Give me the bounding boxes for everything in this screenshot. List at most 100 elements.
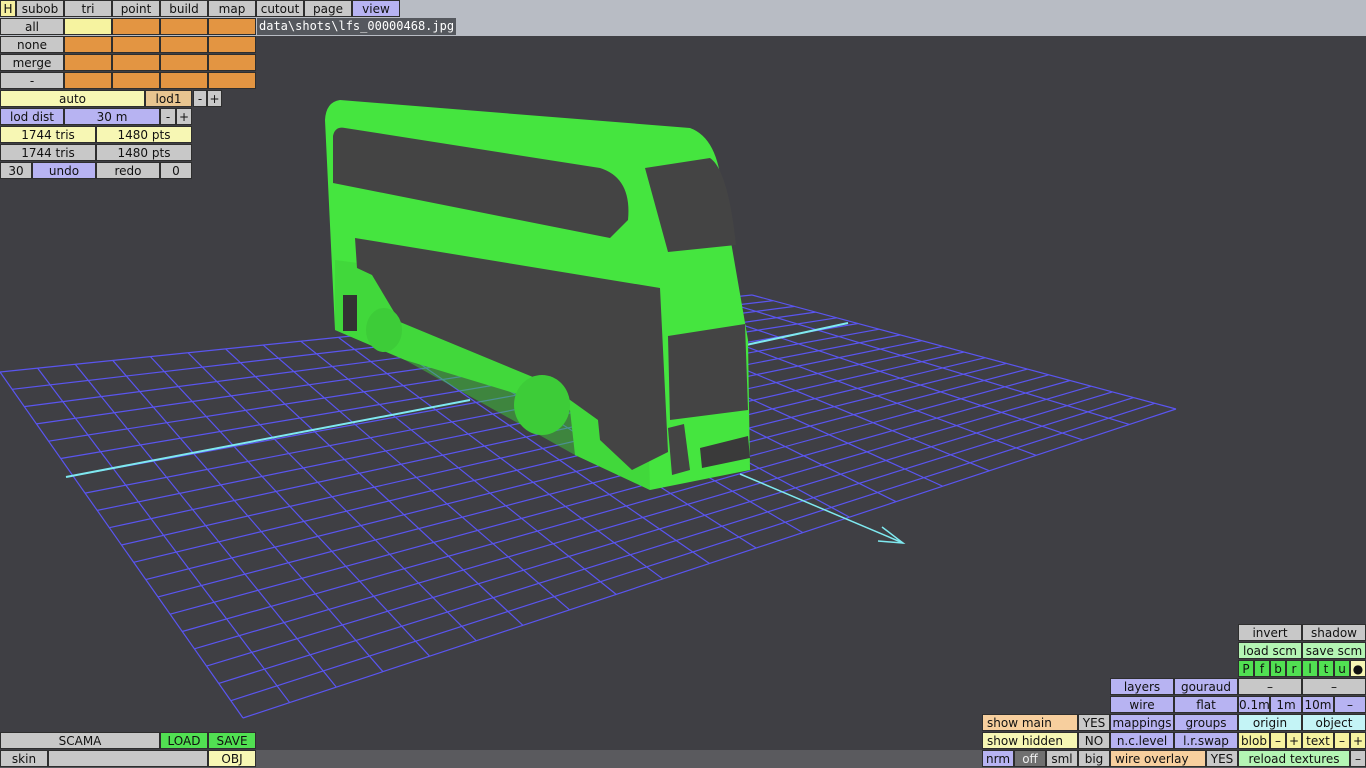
lod-select-button[interactable]: lod1 bbox=[145, 90, 192, 107]
lr-swap-button[interactable]: l.r.swap bbox=[1174, 732, 1238, 749]
origin-button[interactable]: origin bbox=[1238, 714, 1302, 731]
lod-dist-plus-button[interactable]: + bbox=[176, 108, 192, 125]
sml-button[interactable]: sml bbox=[1046, 750, 1078, 767]
slot-cell[interactable] bbox=[112, 54, 160, 71]
skin-field[interactable] bbox=[48, 750, 208, 767]
select-none-button[interactable]: none bbox=[0, 36, 64, 53]
blob-minus-button[interactable]: – bbox=[1270, 732, 1286, 749]
view-dot-button[interactable]: ● bbox=[1350, 660, 1366, 677]
nrm-button[interactable]: nrm bbox=[982, 750, 1014, 767]
undo-button[interactable]: undo bbox=[32, 162, 96, 179]
wire-button[interactable]: wire bbox=[1110, 696, 1174, 713]
tab-point[interactable]: point bbox=[112, 0, 160, 17]
redo-button[interactable]: redo bbox=[96, 162, 160, 179]
view-f-button[interactable]: f bbox=[1254, 660, 1270, 677]
slot-cell[interactable] bbox=[112, 72, 160, 89]
view-b-button[interactable]: b bbox=[1270, 660, 1286, 677]
tab-map[interactable]: map bbox=[208, 0, 256, 17]
big-button[interactable]: big bbox=[1078, 750, 1110, 767]
slot-cell[interactable] bbox=[160, 36, 208, 53]
tab-h[interactable]: H bbox=[0, 0, 16, 17]
tris-count-total: 1744 tris bbox=[0, 144, 96, 161]
filename-label: data\shots\lfs_00000468.jpg bbox=[257, 18, 457, 35]
shadow-button[interactable]: shadow bbox=[1302, 624, 1366, 641]
text-plus-button[interactable]: + bbox=[1350, 732, 1366, 749]
view-l-button[interactable]: l bbox=[1302, 660, 1318, 677]
load-scm-button[interactable]: load scm bbox=[1238, 642, 1302, 659]
slot-cell[interactable] bbox=[64, 54, 112, 71]
text-minus-button[interactable]: – bbox=[1334, 732, 1350, 749]
grid-10m-button[interactable]: 10m bbox=[1302, 696, 1334, 713]
lod-plus-button[interactable]: + bbox=[207, 90, 222, 107]
tab-view[interactable]: view bbox=[352, 0, 400, 17]
slot-cell[interactable] bbox=[64, 72, 112, 89]
show-hidden-toggle[interactable]: NO bbox=[1078, 732, 1110, 749]
dash-button[interactable]: – bbox=[1238, 678, 1302, 695]
save-button[interactable]: SAVE bbox=[208, 732, 256, 749]
save-scm-button[interactable]: save scm bbox=[1302, 642, 1366, 659]
slot-cell[interactable] bbox=[208, 36, 256, 53]
view-t-button[interactable]: t bbox=[1318, 660, 1334, 677]
grid-1m-button[interactable]: 1m bbox=[1270, 696, 1302, 713]
view-p-button[interactable]: P bbox=[1238, 660, 1254, 677]
auto-lod-button[interactable]: auto bbox=[0, 90, 145, 107]
tab-cutout[interactable]: cutout bbox=[256, 0, 304, 17]
blob-plus-button[interactable]: + bbox=[1286, 732, 1302, 749]
nc-level-button[interactable]: n.c.level bbox=[1110, 732, 1174, 749]
scama-label: SCAMA bbox=[0, 732, 160, 749]
skin-label: skin bbox=[0, 750, 48, 767]
tab-page[interactable]: page bbox=[304, 0, 352, 17]
lod-dist-minus-button[interactable]: - bbox=[160, 108, 176, 125]
show-main-label: show main bbox=[982, 714, 1078, 731]
reload-textures-button[interactable]: reload textures bbox=[1238, 750, 1350, 767]
lod-minus-button[interactable]: - bbox=[193, 90, 207, 107]
minus-button[interactable]: - bbox=[0, 72, 64, 89]
grid-line bbox=[751, 294, 1177, 410]
object-button[interactable]: object bbox=[1302, 714, 1366, 731]
select-all-button[interactable]: all bbox=[0, 18, 64, 35]
slot-cell[interactable] bbox=[64, 36, 112, 53]
blob-label: blob bbox=[1238, 732, 1270, 749]
view-r-button[interactable]: r bbox=[1286, 660, 1302, 677]
show-main-toggle[interactable]: YES bbox=[1078, 714, 1110, 731]
merge-button[interactable]: merge bbox=[0, 54, 64, 71]
slot-cell[interactable] bbox=[208, 54, 256, 71]
slot-cell[interactable] bbox=[160, 72, 208, 89]
slot-cell[interactable] bbox=[160, 18, 208, 35]
pts-count-total: 1480 pts bbox=[96, 144, 192, 161]
tab-build[interactable]: build bbox=[160, 0, 208, 17]
grid-line bbox=[714, 298, 1130, 426]
wire-overlay-toggle[interactable]: YES bbox=[1206, 750, 1238, 767]
slot-cell[interactable] bbox=[208, 18, 256, 35]
grid-0-1m-button[interactable]: 0.1m bbox=[1238, 696, 1270, 713]
mappings-button[interactable]: mappings bbox=[1110, 714, 1174, 731]
slot-cell[interactable] bbox=[160, 54, 208, 71]
pts-count: 1480 pts bbox=[96, 126, 192, 143]
slot-cell[interactable] bbox=[208, 72, 256, 89]
tris-count: 1744 tris bbox=[0, 126, 96, 143]
off-button[interactable]: off bbox=[1014, 750, 1046, 767]
x-axis-line-far bbox=[745, 322, 849, 346]
redo-count: 0 bbox=[160, 162, 192, 179]
show-hidden-label: show hidden bbox=[982, 732, 1078, 749]
grid-minus-button[interactable]: – bbox=[1334, 696, 1366, 713]
view-u-button[interactable]: u bbox=[1334, 660, 1350, 677]
gouraud-button[interactable]: gouraud bbox=[1174, 678, 1238, 695]
tab-tri[interactable]: tri bbox=[64, 0, 112, 17]
obj-button[interactable]: OBJ bbox=[208, 750, 256, 767]
slot-cell[interactable] bbox=[64, 18, 112, 35]
flat-button[interactable]: flat bbox=[1174, 696, 1238, 713]
slot-cell[interactable] bbox=[112, 18, 160, 35]
dash-button-2[interactable]: – bbox=[1302, 678, 1366, 695]
load-button[interactable]: LOAD bbox=[160, 732, 208, 749]
reload-minus-button[interactable]: – bbox=[1350, 750, 1366, 767]
invert-button[interactable]: invert bbox=[1238, 624, 1302, 641]
groups-button[interactable]: groups bbox=[1174, 714, 1238, 731]
tab-subob[interactable]: subob bbox=[16, 0, 64, 17]
layers-button[interactable]: layers bbox=[1110, 678, 1174, 695]
3d-viewport[interactable] bbox=[0, 0, 1366, 768]
lod-dist-label: lod dist bbox=[0, 108, 64, 125]
slot-cell[interactable] bbox=[112, 36, 160, 53]
z-axis-arrow bbox=[739, 473, 904, 544]
lod-dist-value[interactable]: 30 m bbox=[64, 108, 160, 125]
